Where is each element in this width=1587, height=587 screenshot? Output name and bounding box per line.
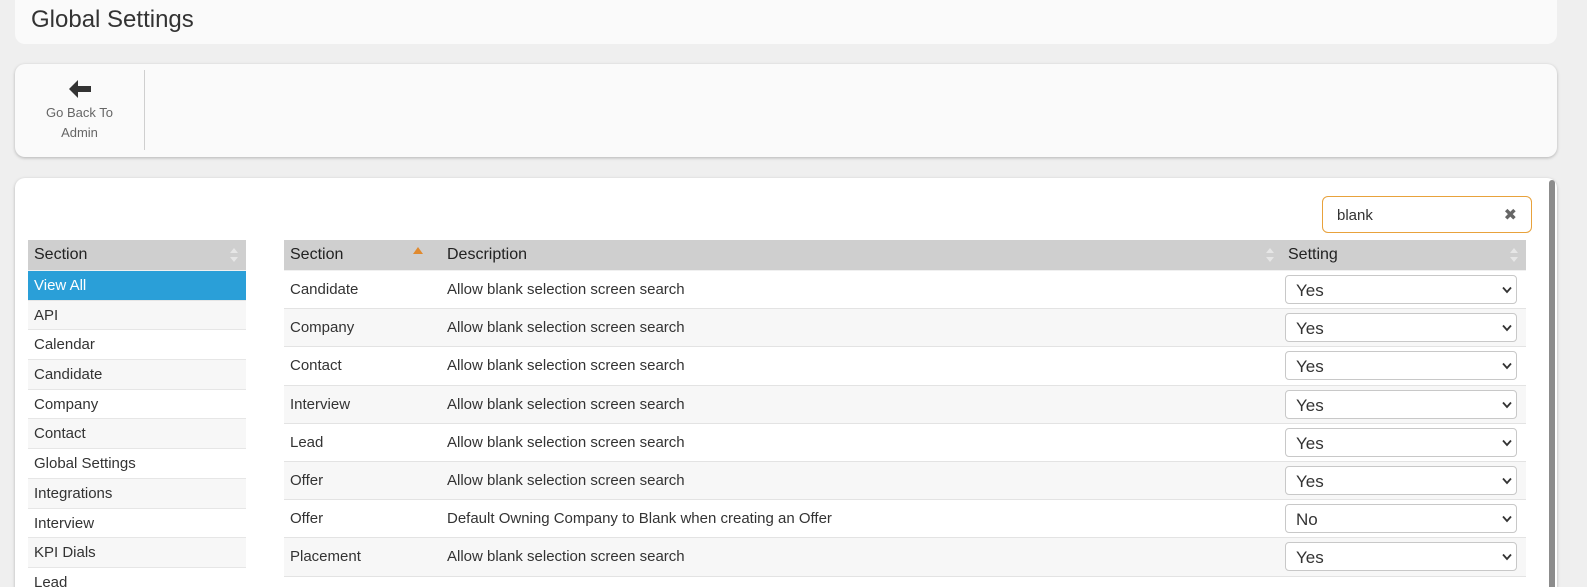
cell-description: Default Owning Company to Blank when cre… — [447, 510, 832, 528]
go-back-button[interactable]: Go Back To Admin — [15, 70, 145, 150]
cell-section: Offer — [290, 472, 324, 490]
cell-setting: Yes — [1282, 427, 1526, 457]
cell-setting: Yes — [1282, 542, 1526, 572]
sidebar-item[interactable]: API — [28, 300, 246, 331]
chevron-down-icon — [1502, 477, 1512, 485]
cell-section: Offer — [290, 510, 324, 528]
setting-select-value: Yes — [1296, 472, 1324, 492]
cell-description: Allow blank selection screen search — [447, 548, 685, 566]
chevron-down-icon — [1502, 516, 1512, 523]
cell-description: Allow blank selection screen search — [447, 433, 685, 451]
cell-description: Allow blank selection screen search — [447, 472, 685, 490]
cell-setting: No — [1282, 504, 1526, 534]
section-filter-header[interactable]: Section — [28, 240, 246, 271]
table-row: Company Allow blank selection screen sear… — [284, 309, 1526, 348]
sidebar-item[interactable]: Candidate — [28, 360, 246, 390]
setting-select[interactable]: No — [1285, 504, 1517, 534]
cell-description: Allow blank selection screen search — [447, 319, 685, 337]
column-header-setting[interactable]: Setting — [1282, 240, 1526, 271]
table-row: Candidate Allow blank selection screen se… — [284, 271, 1526, 310]
cell-description: Allow blank selection screen search — [447, 395, 685, 413]
toolbar: Go Back To Admin — [15, 64, 1557, 157]
sidebar-item[interactable]: Contact — [28, 419, 246, 450]
search-input[interactable] — [1337, 205, 1487, 225]
go-back-label: Go Back To Admin — [46, 105, 113, 140]
table-row: Placement Allow blank selection screen se… — [284, 538, 1526, 577]
cell-section: Contact — [290, 357, 342, 375]
sidebar-item[interactable]: KPI Dials — [28, 538, 246, 568]
setting-select-value: Yes — [1296, 395, 1324, 415]
setting-select[interactable]: Yes — [1285, 389, 1517, 419]
cell-setting: Yes — [1282, 313, 1526, 343]
column-header-description[interactable]: Description — [441, 240, 1282, 271]
setting-select-value: Yes — [1296, 319, 1324, 339]
sidebar-item[interactable]: Interview — [28, 509, 246, 539]
sidebar-item[interactable]: Calendar — [28, 330, 246, 361]
table-row: Offer Default Owning Company to Blank whe… — [284, 500, 1526, 539]
sidebar-item[interactable]: Integrations — [28, 478, 246, 509]
setting-select-value: Yes — [1296, 357, 1324, 377]
cell-section: Candidate — [290, 281, 359, 299]
chevron-down-icon — [1502, 439, 1512, 447]
setting-select[interactable]: Yes — [1285, 351, 1517, 381]
setting-select[interactable]: Yes — [1285, 313, 1517, 343]
sidebar-item[interactable]: Global Settings — [28, 449, 246, 479]
page-title: Global Settings — [31, 6, 194, 33]
section-filter-table: Section View All API Calendar Candidate Comp… — [28, 240, 246, 587]
cell-setting: Yes — [1282, 275, 1526, 305]
cell-section: Lead — [290, 433, 324, 451]
sidebar-item[interactable]: View All — [28, 271, 246, 301]
cell-setting: Yes — [1282, 389, 1526, 419]
chevron-down-icon — [1502, 554, 1512, 561]
settings-panel: ✖ Section View AllAPICalendarCandidateCo… — [15, 178, 1557, 587]
column-header-section[interactable]: Section — [284, 240, 441, 271]
cell-section: Company — [290, 319, 355, 337]
table-row: Offer Allow blank selection screen search… — [284, 461, 1526, 501]
setting-select[interactable]: Yes — [1285, 275, 1517, 305]
cell-setting: Yes — [1282, 466, 1526, 496]
table-row: Contact Allow blank selection screen sear… — [284, 347, 1526, 386]
setting-select-value: Yes — [1296, 433, 1324, 453]
setting-select-value: Yes — [1296, 548, 1324, 568]
settings-table: Section Description Setting Candidate All… — [284, 240, 1526, 577]
sidebar-item[interactable]: Company — [28, 390, 246, 420]
sort-ascending-icon — [413, 247, 423, 254]
column-header-section-label: Section — [290, 246, 344, 263]
close-icon[interactable]: ✖ — [1504, 205, 1517, 225]
title-bar: Global Settings — [15, 0, 1557, 44]
setting-select[interactable]: Yes — [1285, 427, 1517, 457]
chevron-down-icon — [1502, 363, 1512, 370]
column-header-setting-label: Setting — [1288, 246, 1338, 263]
sidebar-item[interactable]: Lead — [28, 568, 246, 587]
table-row: Lead Allow blank selection screen search Y… — [284, 424, 1526, 462]
table-row: Interview Allow blank selection screen se… — [284, 385, 1526, 424]
cell-section: Placement — [290, 548, 361, 566]
scrollbar[interactable] — [1549, 180, 1555, 587]
setting-select[interactable]: Yes — [1285, 542, 1517, 572]
arrow-left-icon — [68, 80, 91, 98]
setting-select-value: Yes — [1296, 281, 1324, 301]
section-filter-header-label: Section — [34, 246, 88, 263]
setting-select[interactable]: Yes — [1285, 466, 1517, 496]
cell-section: Interview — [290, 395, 351, 413]
sort-icon — [1510, 248, 1518, 262]
cell-description: Allow blank selection screen search — [447, 281, 685, 299]
sort-icon — [230, 248, 238, 262]
column-header-description-label: Description — [447, 246, 528, 263]
sort-icon — [1266, 248, 1274, 262]
cell-setting: Yes — [1282, 351, 1526, 381]
search-box[interactable]: ✖ — [1322, 196, 1532, 233]
cell-description: Allow blank selection screen search — [447, 357, 685, 375]
chevron-down-icon — [1502, 286, 1512, 294]
chevron-down-icon — [1502, 401, 1512, 409]
chevron-down-icon — [1502, 325, 1512, 332]
setting-select-value: No — [1296, 510, 1318, 530]
settings-table-header: Section Description Setting — [284, 240, 1526, 271]
